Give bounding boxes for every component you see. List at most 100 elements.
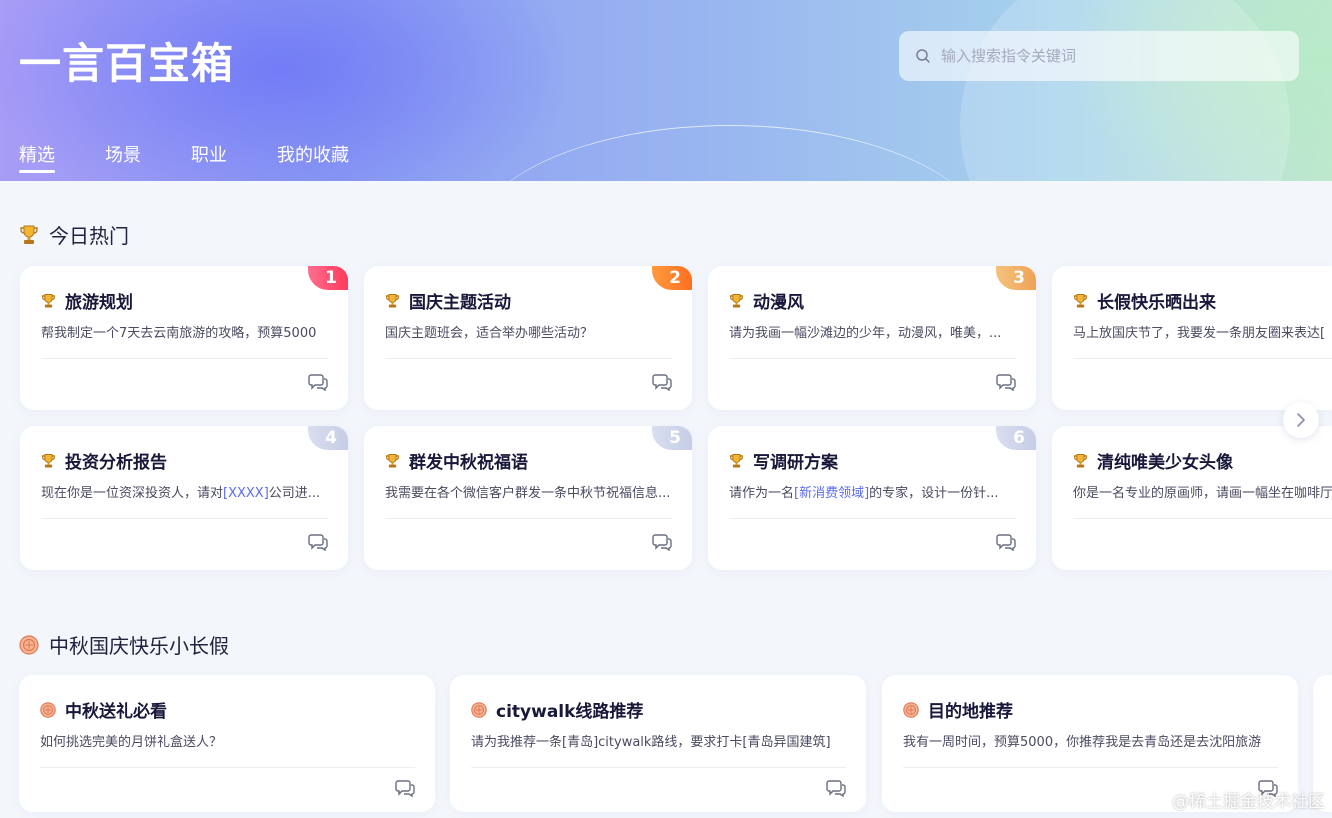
card-divider xyxy=(41,358,328,359)
hot-card[interactable]: 长假快乐晒出来 马上放国庆节了，我要发一条朋友圈来表达[ xyxy=(1052,266,1332,410)
rank-badge: 4 xyxy=(308,426,348,450)
chat-icon[interactable] xyxy=(996,533,1016,551)
chat-icon[interactable] xyxy=(308,533,328,551)
card-title-row: 动漫风 xyxy=(729,288,804,313)
hot-section-title: 今日热门 xyxy=(49,224,129,248)
decorative-circle xyxy=(960,0,1290,181)
card-divider xyxy=(385,518,672,519)
hot-card[interactable]: 清纯唯美少女头像 你是一名专业的原画师，请画一幅坐在咖啡厅 xyxy=(1052,426,1332,570)
trophy-icon xyxy=(729,453,744,469)
search-icon xyxy=(916,49,930,63)
mooncake-icon xyxy=(19,634,39,655)
hot-card[interactable]: 2 国庆主题活动 国庆主题班会，适合举办哪些活动？ xyxy=(364,266,692,410)
hot-card[interactable]: 3 动漫风 请为我画一幅沙滩边的少年，动漫风，唯美，... xyxy=(708,266,1036,410)
card-divider xyxy=(471,767,846,768)
card-description: 我有一周时间，预算5000，你推荐我是去青岛还是去沈阳旅游 xyxy=(903,735,1262,750)
card-title: 旅游规划 xyxy=(65,293,133,313)
card-description: 现在你是一位资深投资人，请对[XXXX]公司进... xyxy=(41,482,328,501)
carousel-next-button[interactable] xyxy=(1283,402,1319,438)
search-input[interactable] xyxy=(941,36,1271,76)
card-title-row: 旅游规划 xyxy=(41,288,133,313)
rank-badge: 2 xyxy=(652,266,692,290)
card-description: 请为我画一幅沙滩边的少年，动漫风，唯美，... xyxy=(729,326,1002,341)
chat-icon[interactable] xyxy=(395,779,415,797)
card-title-row: 群发中秋祝福语 xyxy=(385,448,528,473)
card-title-row: 长假快乐晒出来 xyxy=(1073,288,1216,313)
card-divider xyxy=(1073,358,1332,359)
search-bar[interactable] xyxy=(899,31,1299,81)
nav-tabs: 精选 场景 职业 我的收藏 xyxy=(19,141,399,173)
hot-card[interactable]: 1 旅游规划 帮我制定一个7天去云南旅游的攻略，预算5000 xyxy=(20,266,348,410)
card-divider xyxy=(41,518,328,519)
holiday-card[interactable]: citywalk线路推荐 请为我推荐一条[青岛]citywalk路线，要求打卡[… xyxy=(450,675,866,812)
trophy-icon xyxy=(385,453,400,469)
card-title: 长假快乐晒出来 xyxy=(1097,293,1216,313)
mooncake-icon xyxy=(40,701,56,718)
card-title: citywalk线路推荐 xyxy=(496,702,644,722)
card-title-row: 投资分析报告 xyxy=(41,448,167,473)
card-title: 清纯唯美少女头像 xyxy=(1097,453,1233,473)
trophy-icon xyxy=(1073,453,1088,469)
decorative-arc xyxy=(470,125,990,181)
trophy-icon xyxy=(41,293,56,309)
rank-badge: 5 xyxy=(652,426,692,450)
rank-badge: 1 xyxy=(308,266,348,290)
card-title-row: 国庆主题活动 xyxy=(385,288,511,313)
app-title: 一言百宝箱 xyxy=(19,39,235,88)
trophy-icon xyxy=(385,293,400,309)
trophy-icon xyxy=(1073,293,1088,309)
desc-text: 请作为一名 xyxy=(729,486,795,501)
card-title-row: 写调研方案 xyxy=(729,448,838,473)
holiday-section-title: 中秋国庆快乐小长假 xyxy=(49,634,229,658)
holiday-card[interactable]: 中秋送礼必看 如何挑选完美的月饼礼盒送人？ xyxy=(19,675,435,812)
header-banner: 一言百宝箱 精选 场景 职业 我的收藏 xyxy=(0,0,1332,181)
tab-professions[interactable]: 职业 xyxy=(191,141,227,173)
chat-icon[interactable] xyxy=(652,373,672,391)
card-title: 投资分析报告 xyxy=(65,453,167,473)
desc-text: 公司进... xyxy=(268,486,321,501)
tab-my-favorites[interactable]: 我的收藏 xyxy=(277,141,349,173)
desc-text: 的专家，设计一份针... xyxy=(869,486,999,501)
card-description: 如何挑选完美的月饼礼盒送人？ xyxy=(40,735,223,750)
card-title: 中秋送礼必看 xyxy=(65,702,167,722)
chat-icon[interactable] xyxy=(996,373,1016,391)
card-title: 写调研方案 xyxy=(753,453,838,473)
card-divider xyxy=(729,358,1016,359)
card-description: 马上放国庆节了，我要发一条朋友圈来表达[ xyxy=(1073,326,1326,341)
mooncake-icon xyxy=(471,701,487,718)
chat-icon[interactable] xyxy=(308,373,328,391)
hot-section-heading: 今日热门 xyxy=(19,220,129,249)
card-title: 动漫风 xyxy=(753,293,804,313)
chevron-right-icon xyxy=(1297,413,1305,427)
desc-placeholder: [新消费领域] xyxy=(794,486,870,501)
card-divider xyxy=(40,767,415,768)
card-description: 请作为一名[新消费领域]的专家，设计一份针... xyxy=(729,482,1016,501)
chat-icon[interactable] xyxy=(826,779,846,797)
card-divider xyxy=(1073,518,1332,519)
trophy-icon xyxy=(41,453,56,469)
tab-scenes[interactable]: 场景 xyxy=(105,141,141,173)
card-title-row: 中秋送礼必看 xyxy=(40,697,167,722)
card-title-row: 清纯唯美少女头像 xyxy=(1073,448,1233,473)
desc-text: 现在你是一位资深投资人，请对 xyxy=(41,486,224,501)
card-description: 我需要在各个微信客户群发一条中秋节祝福信息... xyxy=(385,486,671,501)
card-divider xyxy=(729,518,1016,519)
card-title: 目的地推荐 xyxy=(928,702,1013,722)
card-title: 国庆主题活动 xyxy=(409,293,511,313)
holiday-section-heading: 中秋国庆快乐小长假 xyxy=(19,630,229,659)
trophy-icon xyxy=(729,293,744,309)
mooncake-icon xyxy=(903,701,919,718)
card-divider xyxy=(385,358,672,359)
card-title-row: citywalk线路推荐 xyxy=(471,697,643,722)
card-title-row: 目的地推荐 xyxy=(903,697,1013,722)
hot-card[interactable]: 5 群发中秋祝福语 我需要在各个微信客户群发一条中秋节祝福信息... xyxy=(364,426,692,570)
hot-card[interactable]: 4 投资分析报告 现在你是一位资深投资人，请对[XXXX]公司进... xyxy=(20,426,348,570)
tab-featured[interactable]: 精选 xyxy=(19,141,55,173)
card-divider xyxy=(903,767,1278,768)
chat-icon[interactable] xyxy=(652,533,672,551)
card-title: 群发中秋祝福语 xyxy=(409,453,528,473)
watermark: @稀土掘金技术社区 xyxy=(1172,792,1325,812)
hot-card[interactable]: 6 写调研方案 请作为一名[新消费领域]的专家，设计一份针... xyxy=(708,426,1036,570)
rank-badge: 6 xyxy=(996,426,1036,450)
card-description: 国庆主题班会，适合举办哪些活动？ xyxy=(385,326,594,341)
